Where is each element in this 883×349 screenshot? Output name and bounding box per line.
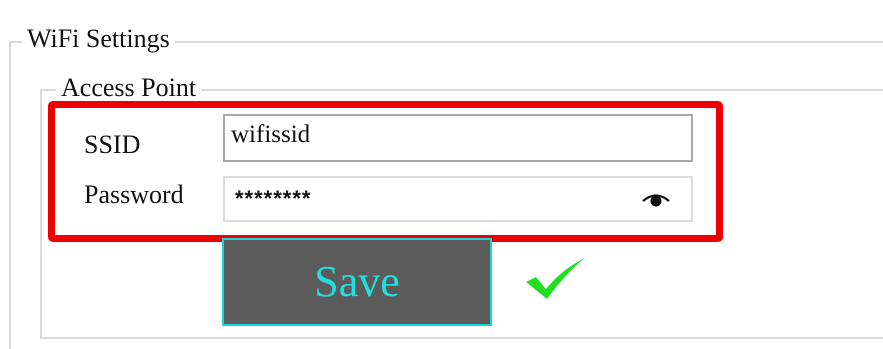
save-button[interactable]: Save: [222, 238, 492, 326]
wifi-settings-panel: WiFi Settings Access Point SSID wifissid…: [0, 0, 883, 349]
wifi-settings-title: WiFi Settings: [22, 24, 175, 54]
checkmark-icon: [526, 258, 585, 299]
highlight-box: [48, 101, 723, 242]
access-point-title: Access Point: [56, 73, 202, 103]
